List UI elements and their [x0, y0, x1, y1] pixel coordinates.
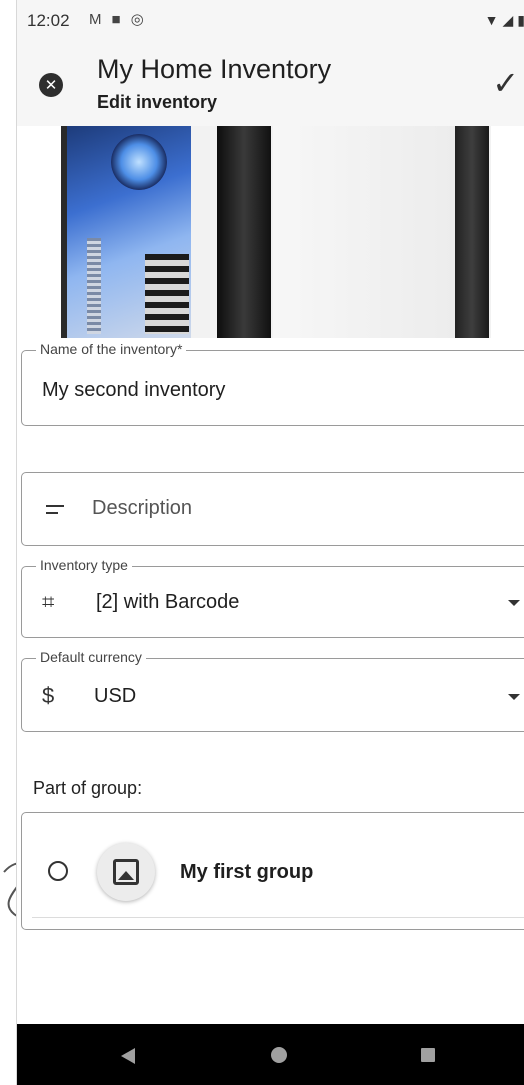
navigation-bar [17, 1024, 524, 1085]
app-title: My Home Inventory [97, 54, 332, 84]
crop-icon: ⌗ [42, 589, 55, 614]
pc-case-grille [87, 238, 101, 334]
system-icons: ▼ ◢ ▮ [485, 12, 524, 29]
check-icon[interactable]: ✓ [492, 64, 519, 102]
app-bar: ✕ My Home Inventory Edit inventory ✓ [17, 40, 524, 126]
group-radio-button[interactable] [48, 861, 68, 881]
inventory-name-label: Name of the inventory* [36, 341, 187, 357]
pc-case-fan [111, 134, 167, 190]
group-section-label: Part of group: [33, 778, 143, 798]
notification-icon: ■ [111, 11, 121, 28]
pc-case-vents [145, 254, 189, 334]
pc-case-side-panel [273, 126, 459, 338]
pc-case-frame [61, 126, 67, 338]
inventory-type-label: Inventory type [36, 557, 132, 573]
inventory-name-value[interactable]: My second inventory [42, 379, 225, 402]
battery-icon: ▮ [517, 12, 524, 29]
pc-case-pillar [455, 126, 489, 338]
notes-icon [46, 505, 64, 519]
divider [32, 917, 524, 918]
back-icon[interactable] [121, 1048, 135, 1064]
wifi-icon: ▼ [484, 12, 499, 28]
group-avatar [97, 843, 155, 901]
status-time: 12:02 [27, 11, 70, 30]
description-placeholder[interactable]: Description [92, 497, 192, 520]
group-list: My first group ⟨ [21, 812, 524, 930]
inventory-image[interactable] [61, 126, 491, 338]
dollar-icon: $ [42, 683, 55, 708]
status-bar: 12:02 M ■ ◎ ▼ ◢ ▮ [17, 0, 524, 40]
currency-dropdown[interactable]: Default currency $ USD [21, 649, 524, 732]
image-placeholder-icon [113, 859, 139, 885]
app-subtitle: Edit inventory [97, 92, 218, 112]
phone-screen: 12:02 M ■ ◎ ▼ ◢ ▮ ✕ My Home Inventory Ed… [16, 0, 524, 1085]
group-name[interactable]: My first group [180, 861, 313, 884]
at-icon: ◎ [130, 11, 144, 28]
chevron-down-icon[interactable] [508, 694, 520, 700]
gmail-icon: M [89, 11, 102, 28]
signal-icon: ◢ [502, 12, 514, 28]
currency-label: Default currency [36, 649, 146, 665]
chevron-down-icon[interactable] [508, 600, 520, 606]
inventory-type-dropdown[interactable]: Inventory type ⌗ [2] with Barcode [21, 557, 524, 638]
description-field[interactable]: Description [21, 472, 524, 546]
currency-value: USD [94, 685, 137, 707]
inventory-name-field[interactable]: Name of the inventory* My second invento… [21, 341, 524, 426]
close-icon[interactable]: ✕ [39, 73, 63, 97]
notification-icons: M ■ ◎ [89, 11, 144, 29]
pc-case-pillar [217, 126, 271, 338]
inventory-type-value: [2] with Barcode [96, 591, 240, 613]
recents-icon[interactable] [421, 1048, 435, 1062]
home-icon[interactable] [271, 1047, 287, 1063]
